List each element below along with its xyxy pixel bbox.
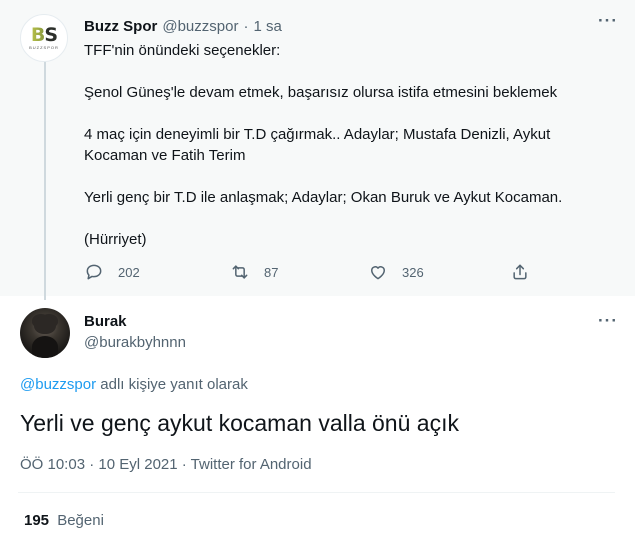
author-name[interactable]: Burak [84, 313, 127, 330]
parent-tweet[interactable]: BS BUZZSPOR Buzz Spor @buzzspor · 1 sa ·… [0, 0, 635, 300]
like-icon [371, 266, 385, 280]
share-button[interactable] [510, 262, 544, 282]
avatar[interactable]: BS BUZZSPOR [20, 14, 68, 62]
retweet-icon [232, 265, 248, 279]
tweet-actions: 202 87 326 [84, 262, 544, 284]
like-button[interactable]: 326 [368, 262, 424, 282]
likes-label: Beğeni [57, 512, 104, 529]
reply-button[interactable]: 202 [84, 262, 140, 282]
divider [18, 492, 615, 493]
author-handle[interactable]: @burakbyhnnn [84, 334, 186, 351]
mention-link[interactable]: @buzzspor [20, 376, 96, 393]
tweet-paragraph: Şenol Güneş'le devam etmek, başarısız ol… [84, 84, 558, 101]
tweet-paragraph: (Hürriyet) [84, 231, 147, 248]
avatar[interactable] [20, 308, 70, 358]
reply-count: 202 [118, 264, 140, 280]
author-name[interactable]: Buzz Spor [84, 18, 157, 35]
reply-text: Yerli ve genç aykut kocaman valla önü aç… [20, 410, 459, 436]
tweet-paragraph: TFF'nin önündeki seçenekler: [84, 42, 281, 59]
reply-icon [86, 264, 102, 280]
reply-context: @buzzspor adlı kişiye yanıt olarak [20, 376, 248, 393]
likes-count: 195 [24, 512, 50, 529]
likes-stat[interactable]: 195 Beğeni [24, 512, 104, 529]
tweet-paragraph: Yerli genç bir T.D ile anlaşmak; Adaylar… [84, 189, 563, 206]
tweet-paragraph: 4 maç için deneyimli bir T.D çağırmak.. … [84, 126, 551, 164]
thread-line [44, 62, 46, 300]
more-icon[interactable]: ··· [598, 12, 618, 29]
separator-dot: · [243, 17, 249, 35]
tweet-header: Buzz Spor @buzzspor · 1 sa [84, 16, 282, 36]
tweet-meta[interactable]: ÖÖ 10:03 · 10 Eyl 2021 · Twitter for And… [20, 456, 312, 473]
tweet-time[interactable]: 1 sa [253, 18, 281, 35]
retweet-count: 87 [264, 264, 279, 280]
retweet-button[interactable]: 87 [230, 262, 278, 282]
reply-context-label: adlı kişiye yanıt olarak [100, 376, 248, 393]
more-icon[interactable]: ··· [598, 312, 618, 329]
tweet-text: TFF'nin önündeki seçenekler: Şenol Güneş… [84, 40, 604, 250]
share-icon [513, 264, 527, 280]
avatar-logo-text: BS [30, 24, 58, 46]
avatar-logo-subtext: BUZZSPOR [29, 45, 59, 50]
author-handle[interactable]: @buzzspor [162, 18, 238, 35]
like-count: 326 [402, 264, 424, 280]
